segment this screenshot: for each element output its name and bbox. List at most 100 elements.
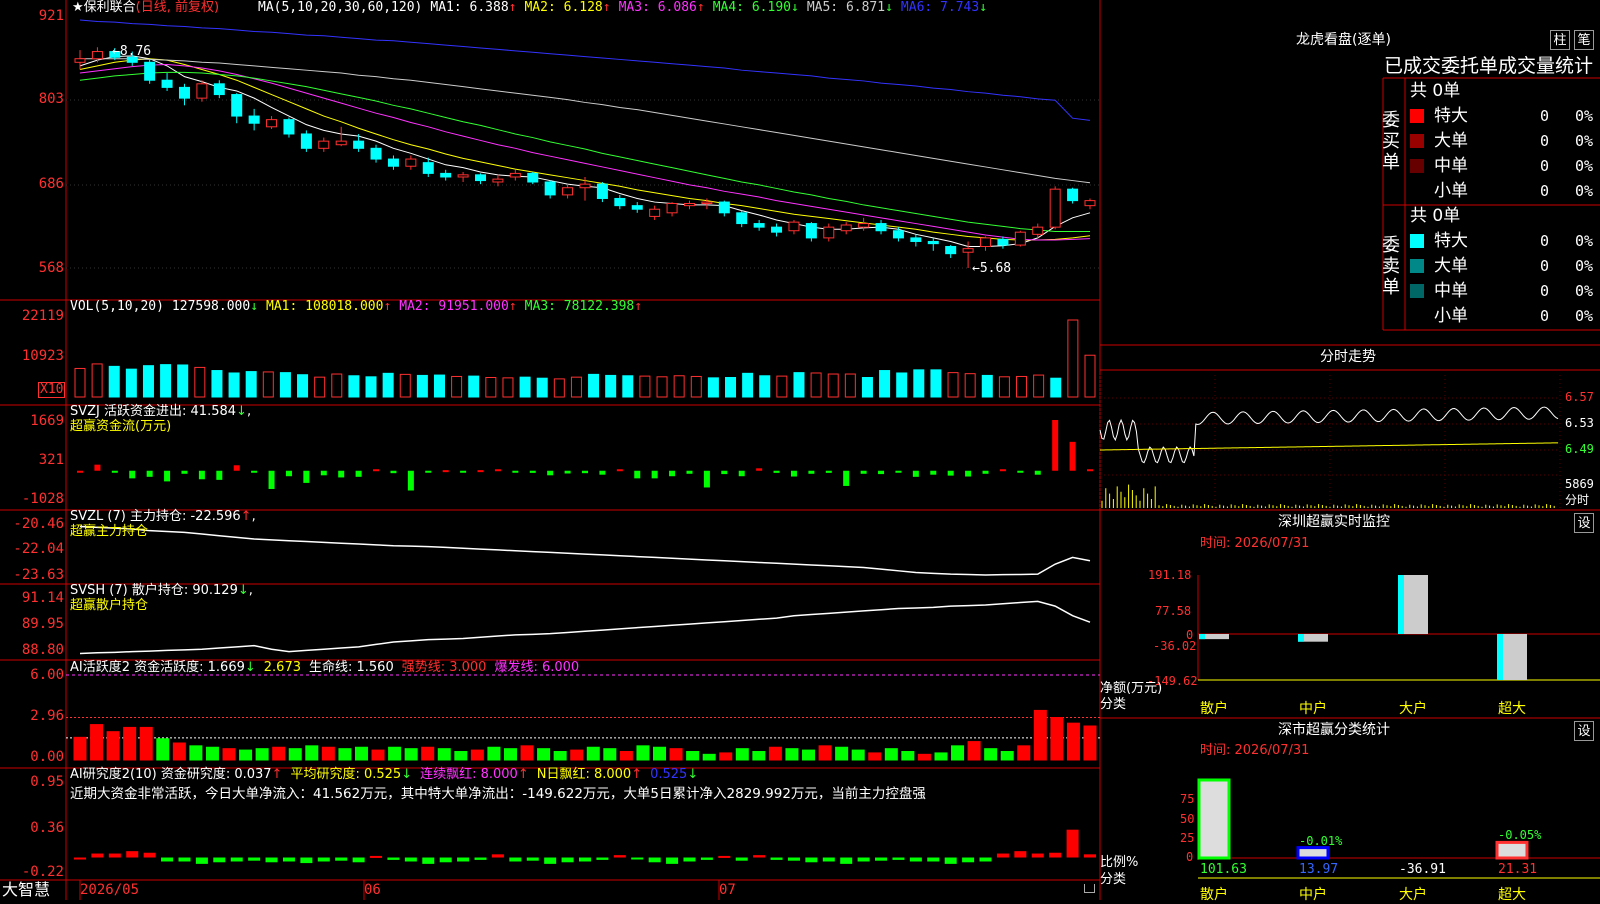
svzl-tick: -22.04 [13,541,64,557]
tick-mode-button[interactable]: 笔 [1574,30,1594,50]
candle-body [370,147,382,160]
trend-arrow: ↑ [631,767,643,782]
ma-line-ma5 [80,58,1091,184]
header-value: AI活跃度2 资金活跃度: 1.669↓ [70,660,256,675]
trend-arrow: ↑ [508,299,517,314]
row-count: 0 [1540,132,1550,150]
star-icon[interactable]: ★ [72,0,84,15]
moving-average-lines [79,19,1091,247]
research-bar [753,855,766,858]
svzj-bar [965,470,972,477]
candle-body [875,223,887,232]
activity-bar [123,726,137,761]
research-bar [1084,854,1096,858]
activity-bar [470,749,484,761]
volume-bar [468,375,480,398]
monitor-title: 深圳超赢实时监控 [1278,514,1390,530]
svzj-bar [285,470,292,477]
classify-title: 深市超赢分类统计 [1278,722,1390,738]
svzj-bar [77,470,83,473]
candle-body [718,201,730,214]
svzj-bar [860,470,867,474]
candle-body [178,86,190,99]
candle-body [962,248,974,253]
svzj-bar [686,470,693,474]
header-value: N日飘红: 8.000↑ [536,767,643,782]
row-name: 大单 [1434,131,1468,151]
ai2-comment: 近期大资金非常活跃，今日大单净流入：41.562万元，其中特大单净流出：-149… [70,786,926,802]
monitor-tick: -36.02 [1153,639,1197,653]
volume-bar [74,367,86,398]
candle-body [823,226,835,239]
header-value: MA6: 7.743↓ [900,0,988,15]
price-tick: 568 [38,260,64,276]
activity-bar [520,745,534,761]
row-count: 0 [1540,182,1550,200]
lock-icon[interactable] [1084,884,1095,893]
candle-body [196,83,208,99]
fenshi-price-line [1099,406,1559,464]
trend-arrow: ↓ [885,0,893,15]
vol-unit-badge[interactable]: X10 [38,382,66,398]
candle-body [440,172,452,178]
classify-bottom-value: -36.91 [1399,862,1446,877]
lhb-title: 龙虎看盘(逐单) [1296,32,1391,48]
activity-bar [984,748,998,761]
research-bar [195,857,208,864]
activity-bar [388,746,402,761]
row-count: 0 [1540,307,1550,325]
trend-arrow: ↑ [602,0,611,15]
brand-logo[interactable]: 大智慧 [2,881,50,899]
volume-bar [981,374,993,398]
activity-bar [503,748,517,761]
volume-bar [1084,354,1096,398]
fenshi-tick: 6.53 [1565,416,1594,430]
row-count: 0 [1540,232,1550,250]
stock-title: ★保利联合(日线, 前复权) [72,1,219,15]
activity-bar [1000,751,1014,761]
svzj-bar [1087,469,1093,472]
monitor-settings-button[interactable]: 设 [1574,513,1594,533]
high-price-label: ←8.76 [112,44,152,59]
research-bar [683,857,696,862]
row-pct: 0% [1575,232,1594,250]
activity-bar [702,753,716,761]
research-bar [126,851,139,858]
trend-arrow: ↓ [244,660,256,675]
svzj-bar [251,470,258,473]
volume-bar [91,363,103,398]
research-bar [74,857,86,860]
trend-arrow: ↑ [517,767,529,782]
row-name: 特大 [1434,106,1468,126]
candle-body [631,205,643,210]
header-value: MA5: 6.871↓ [806,0,893,15]
activity-bar [354,746,368,761]
header-value: MA3: 6.086↑ [618,0,705,15]
svzj-bar [1017,470,1024,473]
classify-time: 时间: 2026/07/31 [1200,743,1310,758]
classify-settings-button[interactable]: 设 [1574,721,1594,741]
volume-bar [1016,375,1028,398]
svzj-header: SVZJ 活跃资金进出: 41.584↓, [70,404,252,419]
classify-tick: 25 [1180,831,1195,845]
activity-bar [1083,725,1097,761]
activity-bar [454,751,468,761]
svzj-tick: -1028 [21,491,64,507]
candle-body [405,158,417,167]
fenshi-tick: 6.57 [1565,390,1594,404]
activity-bar [272,746,286,761]
bar-mode-button[interactable]: 柱 [1550,30,1570,50]
svzj-bar [425,470,432,473]
header-value: 爆发线: 6.000 [494,660,580,675]
svzj-bar [703,470,710,488]
candle-body [318,140,330,149]
buy-total: 共 0单 [1410,81,1461,101]
svzj-bar [582,470,588,474]
header-value: VOL(5,10,20) [70,299,164,314]
volume-bar [211,370,223,398]
ma-line-ma1 [79,55,1091,247]
activity-bar [802,749,816,761]
candle-body [213,83,225,96]
activity-bar [421,746,435,761]
activity-bar [653,746,667,761]
